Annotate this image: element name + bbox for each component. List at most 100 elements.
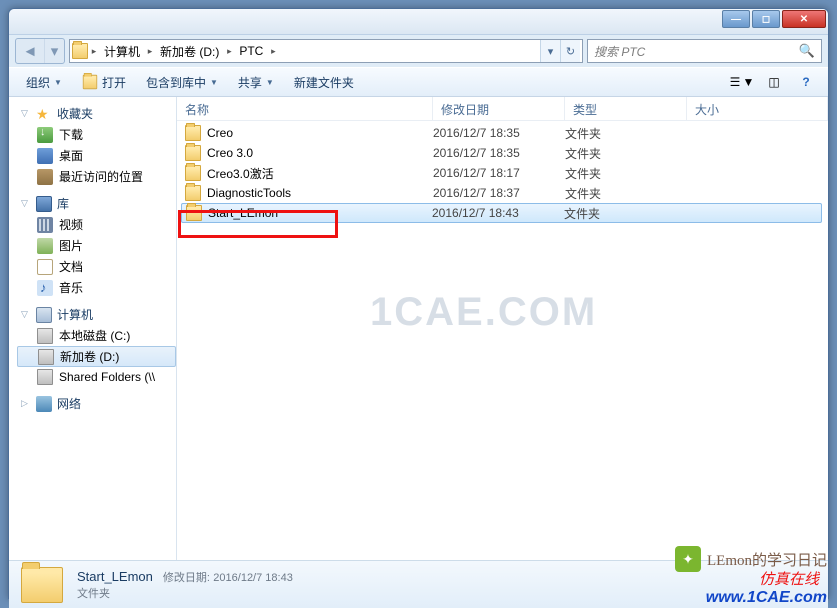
include-in-library-button[interactable]: 包含到库中▼: [137, 70, 227, 95]
breadcrumb-ptc[interactable]: PTC: [235, 40, 267, 62]
refresh-button[interactable]: ↻: [560, 40, 580, 62]
nav-downloads[interactable]: 下载: [17, 124, 176, 145]
nav-drive-d[interactable]: 新加卷 (D:): [17, 346, 176, 367]
search-placeholder: 搜索 PTC: [594, 43, 645, 60]
nav-music[interactable]: 音乐: [17, 277, 176, 298]
chevron-right-icon[interactable]: ▸: [267, 46, 279, 57]
folder-icon: [72, 43, 88, 59]
folder-icon: [185, 185, 201, 201]
file-list-body[interactable]: Creo2016/12/7 18:35文件夹Creo 3.02016/12/7 …: [177, 121, 828, 560]
details-type: 文件夹: [77, 585, 293, 601]
preview-pane-button[interactable]: ◫: [760, 71, 788, 93]
view-options-button[interactable]: ☰▼: [728, 71, 756, 93]
open-icon: [83, 75, 97, 89]
back-button[interactable]: ◄: [16, 39, 44, 63]
drive-icon: [38, 349, 54, 365]
column-header-type[interactable]: 类型: [565, 97, 687, 120]
table-row[interactable]: Start_LEmon2016/12/7 18:43文件夹: [181, 203, 822, 223]
details-mod-value: 2016/12/7 18:43: [213, 572, 293, 584]
drive-icon: [37, 369, 53, 385]
star-icon: [36, 106, 52, 122]
table-row[interactable]: Creo 2016/12/7 18:35文件夹: [177, 123, 828, 143]
details-name: Start_LEmon: [77, 569, 153, 584]
favorites-group[interactable]: ▽收藏夹: [17, 103, 176, 124]
column-header-size[interactable]: 大小: [687, 97, 828, 120]
video-icon: [37, 217, 53, 233]
table-row[interactable]: Creo 3.0 2016/12/7 18:35文件夹: [177, 143, 828, 163]
folder-icon: [21, 567, 63, 603]
organize-button[interactable]: 组织▼: [17, 70, 71, 95]
download-icon: [37, 127, 53, 143]
column-header-date[interactable]: 修改日期: [433, 97, 565, 120]
network-group[interactable]: ▷网络: [17, 393, 176, 414]
title-bar: — ◻ ✕: [9, 9, 828, 35]
search-input[interactable]: 搜索 PTC 🔍: [587, 39, 822, 63]
folder-icon: [185, 145, 201, 161]
file-date: 2016/12/7 18:35: [433, 126, 565, 140]
maximize-button[interactable]: ◻: [752, 10, 780, 28]
folder-icon: [185, 125, 201, 141]
address-bar: ◄ ▾ ▸ 计算机 ▸ 新加卷 (D:) ▸ PTC ▸ ▾ ↻ 搜索 PTC …: [9, 35, 828, 67]
nav-videos[interactable]: 视频: [17, 214, 176, 235]
file-type: 文件夹: [565, 145, 687, 162]
open-button[interactable]: 打开: [73, 70, 135, 95]
breadcrumb-drive-d[interactable]: 新加卷 (D:): [156, 40, 223, 62]
chevron-right-icon[interactable]: ▸: [144, 46, 156, 57]
brand-text: LEmon的学习日记: [707, 549, 827, 570]
nav-recent[interactable]: 最近访问的位置: [17, 166, 176, 187]
minimize-button[interactable]: —: [722, 10, 750, 28]
file-name: Creo 3.0: [207, 146, 253, 160]
nav-desktop[interactable]: 桌面: [17, 145, 176, 166]
recent-icon: [37, 169, 53, 185]
folder-icon: [185, 165, 201, 181]
help-button[interactable]: ?: [792, 71, 820, 93]
folder-icon: [186, 205, 202, 221]
music-icon: [37, 280, 53, 296]
address-dropdown-button[interactable]: ▾: [540, 40, 560, 62]
table-row[interactable]: Creo3.0激活2016/12/7 18:17文件夹: [177, 163, 828, 183]
share-button[interactable]: 共享▼: [229, 70, 283, 95]
desktop-icon: [37, 148, 53, 164]
file-date: 2016/12/7 18:37: [433, 186, 565, 200]
library-group[interactable]: ▽库: [17, 193, 176, 214]
nav-pictures[interactable]: 图片: [17, 235, 176, 256]
computer-group[interactable]: ▽计算机: [17, 304, 176, 325]
navigation-pane[interactable]: ▽收藏夹 下载 桌面 最近访问的位置 ▽库 视频 图片 文档 音乐 ▽计算机 本…: [9, 97, 177, 560]
column-headers: 名称 修改日期 类型 大小: [177, 97, 828, 121]
nav-shared-folders[interactable]: Shared Folders (\\: [17, 367, 176, 387]
wechat-icon: ✦: [675, 546, 701, 572]
explorer-window: — ◻ ✕ ◄ ▾ ▸ 计算机 ▸ 新加卷 (D:) ▸ PTC ▸ ▾ ↻ 搜…: [8, 8, 829, 599]
picture-icon: [37, 238, 53, 254]
computer-icon: [36, 307, 52, 323]
chevron-right-icon[interactable]: ▸: [223, 46, 235, 57]
toolbar: 组织▼ 打开 包含到库中▼ 共享▼ 新建文件夹 ☰▼ ◫ ?: [9, 67, 828, 97]
close-button[interactable]: ✕: [782, 10, 826, 28]
file-name: Creo3.0激活: [207, 165, 274, 182]
file-type: 文件夹: [564, 205, 686, 222]
new-folder-button[interactable]: 新建文件夹: [285, 70, 363, 95]
column-header-name[interactable]: 名称: [177, 97, 433, 120]
address-box[interactable]: ▸ 计算机 ▸ 新加卷 (D:) ▸ PTC ▸ ▾ ↻: [69, 39, 583, 63]
body-area: ▽收藏夹 下载 桌面 最近访问的位置 ▽库 视频 图片 文档 音乐 ▽计算机 本…: [9, 97, 828, 560]
search-icon: 🔍: [799, 43, 815, 59]
file-list-pane: 名称 修改日期 类型 大小 Creo2016/12/7 18:35文件夹Creo…: [177, 97, 828, 560]
footer-url-1: 仿真在线: [759, 568, 819, 589]
chevron-right-icon[interactable]: ▸: [88, 46, 100, 57]
file-type: 文件夹: [565, 185, 687, 202]
file-date: 2016/12/7 18:43: [432, 206, 564, 220]
file-name: DiagnosticTools: [207, 186, 291, 200]
breadcrumb-computer[interactable]: 计算机: [100, 40, 144, 62]
file-date: 2016/12/7 18:17: [433, 166, 565, 180]
file-date: 2016/12/7 18:35: [433, 146, 565, 160]
network-icon: [36, 396, 52, 412]
file-type: 文件夹: [565, 125, 687, 142]
library-icon: [36, 196, 52, 212]
details-mod-label: 修改日期:: [163, 572, 210, 584]
table-row[interactable]: DiagnosticTools 2016/12/7 18:37文件夹: [177, 183, 828, 203]
forward-button[interactable]: ▾: [44, 39, 64, 63]
nav-drive-c[interactable]: 本地磁盘 (C:): [17, 325, 176, 346]
nav-documents[interactable]: 文档: [17, 256, 176, 277]
file-name: Creo: [207, 126, 233, 140]
drive-icon: [37, 328, 53, 344]
footer-url-2: www.1CAE.com: [706, 589, 827, 607]
